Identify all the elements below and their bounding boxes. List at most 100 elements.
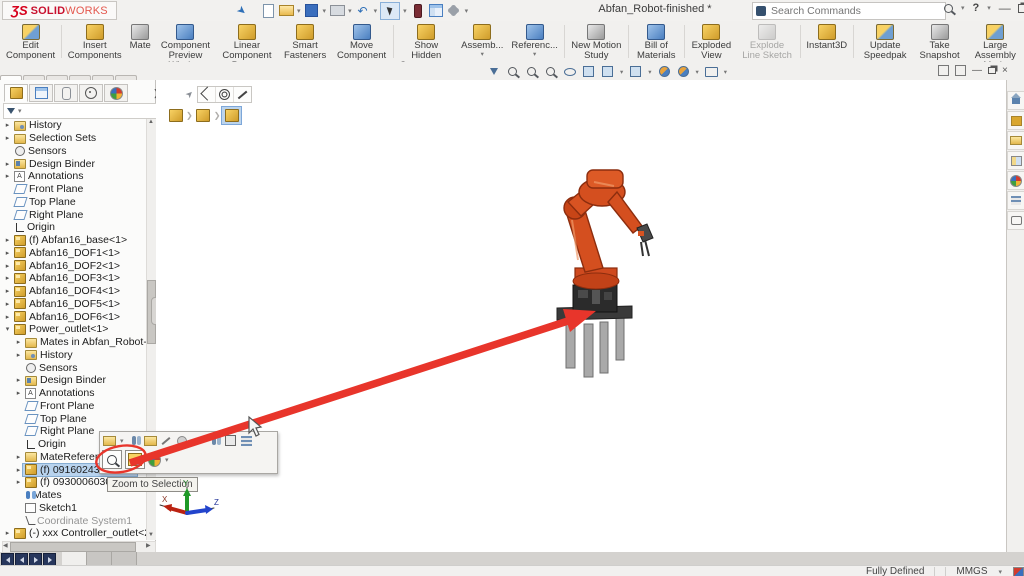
units-caret-icon[interactable]: ▾ (998, 568, 1002, 576)
tree-item-sensors[interactable]: Sensors (0, 145, 146, 158)
expand-arrow-icon[interactable] (3, 172, 12, 180)
units-selector[interactable]: MMGS (956, 566, 987, 576)
tree-item-design-binder[interactable]: Design Binder (0, 157, 146, 170)
scroll-right-icon[interactable]: ▶ (146, 542, 151, 549)
move-component-button[interactable]: Move Component ▾ (333, 21, 391, 62)
ribbon-separator[interactable]: ▾ (684, 25, 685, 58)
exploded-view-button[interactable]: Exploded View ▾ (686, 21, 736, 62)
tree-item-abfan16-dof3[interactable]: Abfan16_DOF3<1> (0, 272, 146, 285)
tree-item-front-plane[interactable]: Front Plane (0, 183, 146, 196)
restore-button[interactable] (1018, 4, 1024, 13)
tree-item-abfan16-dof2[interactable]: Abfan16_DOF2<1> (0, 259, 146, 272)
expand-arrow-icon[interactable] (3, 313, 12, 321)
zoom-in-out-icon[interactable] (544, 65, 557, 78)
tag-icon[interactable] (1013, 567, 1024, 576)
undo-icon[interactable]: ↶ (355, 3, 371, 19)
tree-item-selection-sets[interactable]: Selection Sets (0, 132, 146, 145)
display-manager-tab[interactable] (104, 84, 128, 102)
circle-tool-icon[interactable] (216, 87, 234, 102)
pin-menu-icon[interactable]: ➤ (234, 3, 249, 19)
expand-arrow-icon[interactable] (14, 351, 23, 359)
large-assembly-mode-button[interactable]: Large Assembly Mode ▾ (965, 21, 1024, 62)
zoom-to-area-icon[interactable] (525, 65, 538, 78)
options-gear-icon[interactable] (446, 3, 462, 19)
tree-item-abfan16-base[interactable]: (f) Abfan16_base<1> (0, 234, 146, 247)
property-manager-tab[interactable] (29, 84, 53, 102)
menu-view[interactable] (153, 9, 169, 13)
menu-help[interactable] (217, 9, 233, 13)
ribbon-separator[interactable]: ▾ (564, 25, 565, 58)
smart-fasteners-button[interactable]: Smart Fasteners ▾ (278, 21, 333, 62)
temporary-fix-icon[interactable] (208, 434, 221, 447)
design-library-icon[interactable] (1007, 131, 1024, 150)
previous-view-icon[interactable] (487, 65, 500, 78)
new-motion-study-button[interactable]: New Motion Study ▾ (567, 21, 627, 62)
save-caret-icon[interactable]: ▾ (323, 7, 327, 15)
explode-line-sketch-button[interactable]: Explode Line Sketch ▾ (736, 21, 797, 62)
expand-arrow-icon[interactable] (14, 478, 23, 486)
open-part-caret-icon[interactable]: ▾ (120, 437, 124, 445)
view-settings-caret-icon[interactable]: ▾ (724, 68, 727, 76)
tree-item-abfan16-dof4[interactable]: Abfan16_DOF4<1> (0, 285, 146, 298)
viewport-minimize-icon[interactable]: — (972, 66, 982, 76)
scroll-left-icon[interactable]: ◀ (3, 542, 8, 549)
viewport-close-icon[interactable]: × (1002, 66, 1008, 76)
ribbon-caret-icon[interactable]: ▾ (533, 52, 536, 58)
select-tool-pressed[interactable] (380, 2, 400, 20)
display-style-icon[interactable] (601, 65, 614, 78)
tab-3d-views[interactable] (87, 552, 112, 565)
ribbon-separator[interactable]: ▾ (393, 25, 394, 58)
breadcrumb-item-subassembly[interactable] (194, 107, 213, 124)
display-style-caret-icon[interactable]: ▾ (620, 68, 623, 76)
edit-part-icon[interactable] (160, 434, 173, 447)
expand-arrow-icon[interactable] (3, 274, 12, 282)
expand-arrow-icon[interactable] (3, 236, 12, 244)
select-caret-icon[interactable]: ▾ (403, 7, 407, 15)
menu-edit[interactable] (137, 9, 153, 13)
tree-item-abfan16-dof6[interactable]: Abfan16_DOF6<1> (0, 310, 146, 323)
tree-item-history-sub[interactable]: History (0, 349, 146, 362)
pane-expand-icon[interactable] (955, 65, 966, 76)
tree-item-front-plane-sub[interactable]: Front Plane (0, 400, 146, 413)
scroll-down-icon[interactable]: ▼ (147, 532, 155, 538)
expand-arrow-icon[interactable] (3, 249, 12, 257)
update-speedpak-button[interactable]: Update Speedpak ▾ (856, 21, 915, 62)
save-icon[interactable] (304, 3, 320, 19)
expand-arrow-icon[interactable] (3, 325, 12, 333)
open-icon[interactable] (278, 3, 294, 19)
isolate-icon[interactable] (224, 434, 237, 447)
zoom-to-selection-icon[interactable] (102, 450, 122, 469)
material-wheel-icon[interactable] (148, 453, 161, 466)
tree-item-mates-in-assembly[interactable]: Mates in Abfan_Robot-finished (0, 336, 146, 349)
breadcrumb-item-assembly[interactable] (166, 107, 185, 124)
forum-icon[interactable] (1007, 211, 1024, 230)
tab-motion-study-1[interactable] (112, 552, 137, 565)
ribbon-separator[interactable]: ▾ (800, 25, 801, 58)
solidworks-resources-icon[interactable] (1007, 111, 1024, 130)
expand-arrow-icon[interactable] (14, 466, 23, 474)
print-icon[interactable] (329, 3, 345, 19)
viewport-restore-icon[interactable] (988, 67, 996, 74)
fix-float-icon[interactable]: ↕ (192, 434, 205, 447)
appearances-scenes-icon[interactable] (1007, 171, 1024, 190)
menu-insert[interactable] (169, 9, 185, 13)
tree-item-annotations[interactable]: Annotations (0, 170, 146, 183)
open-part-icon[interactable] (103, 434, 116, 447)
help-caret-icon[interactable]: ▾ (987, 4, 991, 12)
suppress-icon[interactable] (176, 434, 189, 447)
expand-arrow-icon[interactable] (14, 338, 23, 346)
menu-tools[interactable] (185, 9, 201, 13)
expand-arrow-icon[interactable] (14, 453, 23, 461)
search-commands-box[interactable] (752, 2, 946, 20)
insert-components-button[interactable]: Insert Components ▾ (64, 21, 126, 62)
appearance-caret-icon[interactable]: ▾ (165, 456, 169, 464)
scroll-up-icon[interactable]: ▲ (147, 119, 155, 125)
feature-manager-tree-tab[interactable] (4, 84, 28, 102)
custom-properties-icon[interactable] (1007, 191, 1024, 210)
options-caret-icon[interactable]: ▾ (465, 7, 469, 15)
mate-button[interactable]: Mate ▾ (126, 21, 155, 62)
section-view-icon[interactable] (582, 65, 595, 78)
line-tool-icon[interactable] (234, 87, 251, 102)
file-explorer-icon[interactable] (1007, 151, 1024, 170)
tree-hscroll-thumb[interactable] (10, 542, 136, 552)
